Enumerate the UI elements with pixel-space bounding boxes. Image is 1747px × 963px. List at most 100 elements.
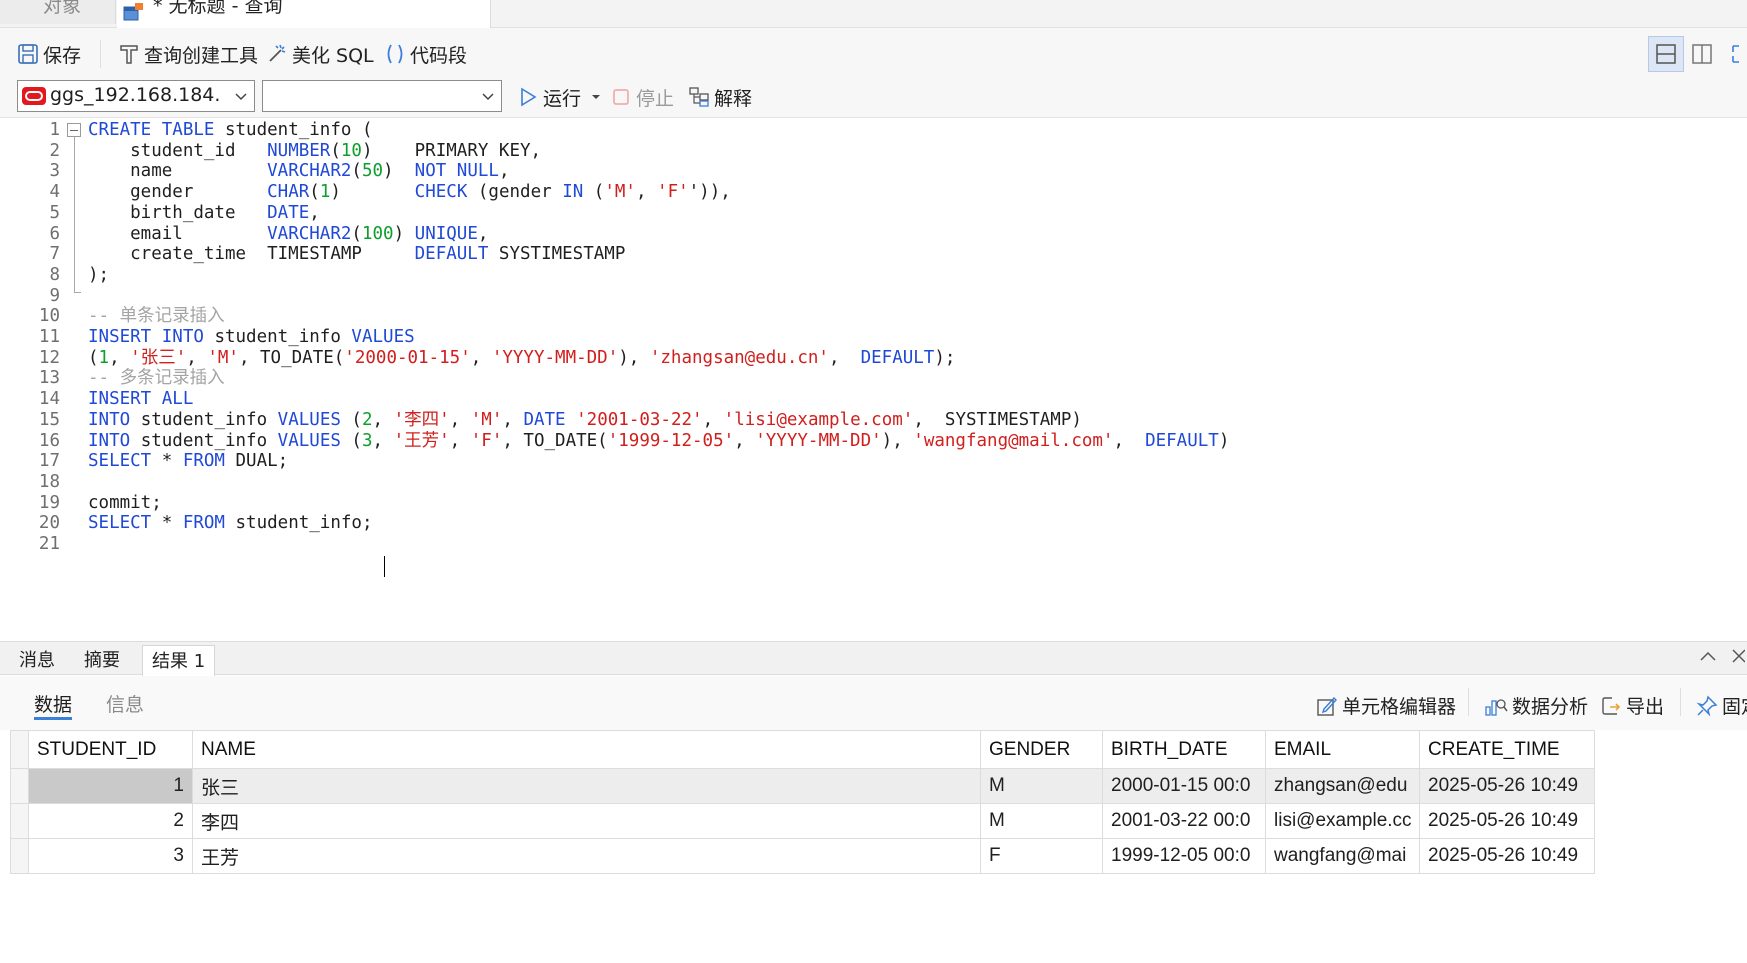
chevron-down-icon — [235, 93, 247, 101]
close-panel-button[interactable] — [1731, 644, 1746, 672]
row-header-corner[interactable] — [10, 730, 29, 769]
beautify-sql-button[interactable]: 美化 SQL — [266, 40, 374, 68]
layout-vertical-button[interactable] — [1684, 36, 1720, 72]
code-line[interactable]: 4 gender CHAR(1) CHECK (gender IN ('M', … — [0, 181, 1747, 204]
cell-name[interactable]: 李四 — [192, 803, 981, 839]
tab-query[interactable]: * 无标题 - 查询 — [117, 0, 491, 28]
code-line[interactable]: 11 INSERT INTO student_info VALUES — [0, 326, 1747, 349]
layout-vertical-icon — [1692, 44, 1712, 64]
tab-messages[interactable]: 消息 — [10, 645, 64, 676]
export-button[interactable]: 导出 — [1600, 692, 1664, 719]
pin-button[interactable]: 固定 — [1696, 692, 1747, 719]
cell-gender[interactable]: F — [980, 838, 1103, 874]
cell-student-id[interactable]: 1 — [28, 768, 193, 804]
layout-horizontal-button[interactable] — [1648, 36, 1684, 72]
run-button[interactable]: 运行 — [517, 84, 601, 110]
code-line[interactable]: 15 INTO student_info VALUES (2, '李四', 'M'… — [0, 409, 1747, 432]
code-token: ); — [934, 347, 956, 368]
save-button[interactable]: 保存 — [17, 40, 81, 68]
cell-text: lisi@example.cc — [1274, 810, 1411, 831]
query-builder-button[interactable]: 查询创建工具 — [118, 40, 258, 68]
run-dropdown-icon[interactable] — [591, 92, 601, 102]
column-header-birth-date[interactable]: BIRTH_DATE — [1102, 730, 1266, 769]
code-line[interactable]: 1 CREATE TABLE student_info ( — [0, 119, 1747, 142]
row-header[interactable] — [10, 838, 29, 874]
code-snippet-button[interactable]: 代码段 — [384, 40, 467, 68]
data-analysis-icon — [1485, 698, 1508, 716]
code-line[interactable]: 18 — [0, 471, 1747, 494]
cell-email[interactable]: lisi@example.cc — [1265, 803, 1420, 839]
cell-create-time[interactable]: 2025-05-26 10:49 — [1419, 803, 1595, 839]
cell-student-id[interactable]: 2 — [28, 803, 193, 839]
column-header-name[interactable]: NAME — [192, 730, 981, 769]
result-grid[interactable]: STUDENT_ID NAME GENDER BIRTH_DATE EMAIL … — [10, 730, 1747, 963]
cell-birth-date[interactable]: 2000-01-15 00:0 — [1102, 768, 1266, 804]
code-token: , — [109, 347, 131, 368]
code-line[interactable]: 3 name VARCHAR2(50) NOT NULL, — [0, 160, 1747, 183]
database-select[interactable] — [262, 80, 502, 112]
code-line[interactable]: 12 (1, '张三', 'M', TO_DATE('2000-01-15', '… — [0, 347, 1747, 370]
code-line[interactable]: 21 — [0, 533, 1747, 556]
code-line[interactable]: 16 INTO student_info VALUES (3, '王芳', 'F'… — [0, 430, 1747, 453]
code-token: birth_date — [88, 202, 268, 223]
collapse-panel-button[interactable] — [1699, 648, 1717, 667]
cell-editor-button[interactable]: 单元格编辑器 — [1316, 692, 1456, 719]
tab-objects[interactable]: 对象 — [0, 0, 116, 24]
oracle-icon — [22, 87, 46, 105]
column-header-create-time[interactable]: CREATE_TIME — [1419, 730, 1595, 769]
fold-toggle[interactable] — [67, 123, 81, 137]
cell-birth-date[interactable]: 1999-12-05 00:0 — [1102, 838, 1266, 874]
code-line[interactable]: 19 commit; — [0, 492, 1747, 515]
cell-email[interactable]: zhangsan@edu — [1265, 768, 1420, 804]
code-token: DUAL; — [224, 451, 289, 472]
cell-student-id[interactable]: 3 — [28, 838, 193, 874]
tab-summary[interactable]: 摘要 — [75, 645, 129, 676]
expand-button[interactable] — [1728, 36, 1747, 72]
explain-button[interactable]: 解释 — [688, 84, 752, 110]
code-line[interactable]: 7 create_time TIMESTAMP DEFAULT SYSTIMES… — [0, 243, 1747, 266]
stop-button[interactable]: 停止 — [612, 84, 674, 110]
connection-select[interactable]: ggs_192.168.184.17´ — [17, 80, 255, 112]
column-header-gender[interactable]: GENDER — [980, 730, 1103, 769]
data-analysis-button[interactable]: 数据分析 — [1484, 692, 1588, 719]
cell-birth-date[interactable]: 2001-03-22 00:0 — [1102, 803, 1266, 839]
cell-gender[interactable]: M — [980, 803, 1103, 839]
column-header-email[interactable]: EMAIL — [1265, 730, 1420, 769]
subtab-info[interactable]: 信息 — [106, 690, 144, 720]
code-line[interactable]: 2 student_id NUMBER(10) PRIMARY KEY, — [0, 140, 1747, 163]
code-line[interactable]: 8); — [0, 264, 1747, 287]
code-line[interactable]: 10 -- 单条记录插入 — [0, 305, 1747, 328]
line-number: 13 — [38, 368, 60, 389]
code-line[interactable]: 14 INSERT ALL — [0, 388, 1747, 411]
cell-name[interactable]: 王芳 — [192, 838, 981, 874]
code-line[interactable]: 9 — [0, 285, 1747, 308]
table-row[interactable]: 2 李四 M 2001-03-22 00:0 lisi@example.cc 2… — [10, 803, 1595, 839]
text-caret — [384, 556, 385, 577]
code-line[interactable]: 13 -- 多条记录插入 — [0, 367, 1747, 390]
sql-editor[interactable]: 1 CREATE TABLE student_info (2 student_id… — [0, 119, 1747, 638]
code-token: , TO_DATE( — [502, 430, 608, 451]
cell-create-time[interactable]: 2025-05-26 10:49 — [1419, 768, 1595, 804]
row-header[interactable] — [10, 803, 29, 839]
code-line[interactable]: 20 SELECT * FROM student_info; — [0, 512, 1747, 535]
code-text: INSERT ALL — [88, 388, 193, 411]
row-header[interactable] — [10, 768, 29, 804]
cell-gender[interactable]: M — [980, 768, 1103, 804]
code-line[interactable]: 6 email VARCHAR2(100) UNIQUE, — [0, 223, 1747, 246]
subtab-data[interactable]: 数据 — [34, 690, 73, 720]
cell-name[interactable]: 张三 — [192, 768, 981, 804]
code-token: VALUES — [351, 327, 415, 347]
code-token: gender — [88, 182, 268, 203]
cell-email[interactable]: wangfang@mai — [1265, 838, 1420, 874]
table-row[interactable]: 3 王芳 F 1999-12-05 00:0 wangfang@mai 2025… — [10, 838, 1595, 874]
tab-result-1[interactable]: 结果 1 — [142, 645, 216, 676]
table-row[interactable]: 1 张三 M 2000-01-15 00:0 zhangsan@edu 2025… — [10, 768, 1595, 804]
code-token: 2 — [361, 409, 373, 430]
cell-create-time[interactable]: 2025-05-26 10:49 — [1419, 838, 1595, 874]
code-token: (gender — [467, 182, 563, 203]
save-icon — [18, 44, 38, 64]
code-line[interactable]: 17 SELECT * FROM DUAL; — [0, 450, 1747, 473]
column-header-student-id[interactable]: STUDENT_ID — [28, 730, 193, 769]
connection-value: ggs_192.168.184.17´ — [50, 84, 222, 106]
code-line[interactable]: 5 birth_date DATE, — [0, 202, 1747, 225]
